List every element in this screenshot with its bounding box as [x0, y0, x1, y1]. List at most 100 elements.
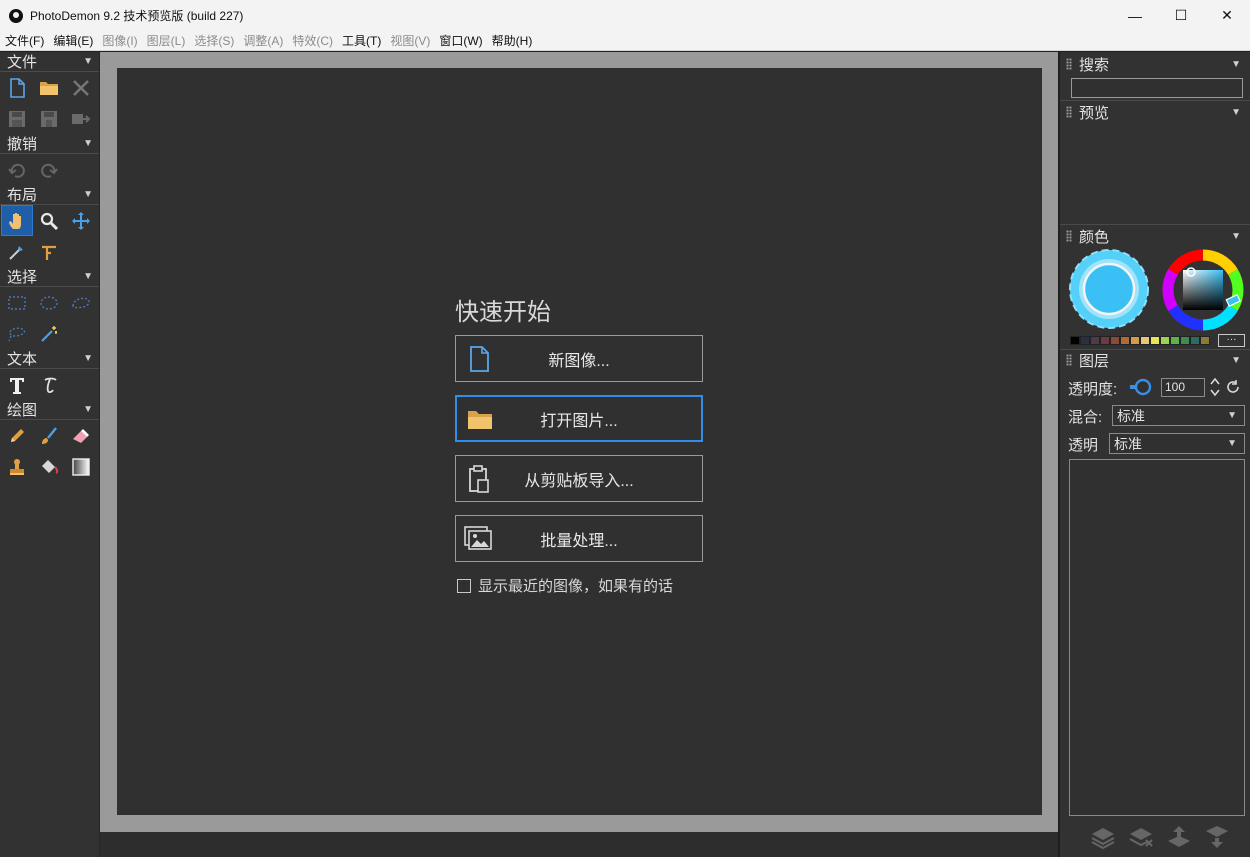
swatch[interactable] [1170, 336, 1180, 345]
swatch[interactable] [1140, 336, 1150, 345]
alpha-mode-select[interactable]: 标准 ▼ [1109, 433, 1245, 454]
clone-stamp-icon[interactable] [1, 451, 33, 482]
lasso-select-icon[interactable] [65, 287, 97, 318]
opacity-input[interactable]: 100 [1161, 378, 1205, 397]
polygon-lasso-icon[interactable] [1, 318, 33, 349]
search-input[interactable] [1071, 78, 1243, 98]
menu-edit[interactable]: 编辑(E) [48, 31, 97, 51]
menu-view[interactable]: 视图(V) [385, 31, 434, 51]
preview-panel-header[interactable]: 预览 ▼ [1060, 101, 1250, 123]
open-folder-icon[interactable] [33, 72, 65, 103]
eraser-icon[interactable] [65, 420, 97, 451]
opacity-spinner[interactable] [1209, 377, 1221, 397]
search-panel-header[interactable]: 搜索 ▼ [1060, 53, 1250, 75]
close-window-button[interactable]: ✕ [1204, 0, 1250, 31]
chevron-down-icon: ▼ [1231, 230, 1241, 242]
blend-mode-select[interactable]: 标准 ▼ [1112, 405, 1245, 426]
toolbox-section-file[interactable]: 文件 ▼ [0, 52, 99, 72]
new-image-button[interactable]: 新图像... [455, 335, 703, 382]
brush-icon[interactable] [33, 420, 65, 451]
swatch[interactable] [1190, 336, 1200, 345]
swatch[interactable] [1100, 336, 1110, 345]
undo-icon[interactable] [1, 154, 33, 185]
typography-icon[interactable] [33, 369, 65, 400]
export-icon[interactable] [65, 103, 97, 134]
app-logo-icon [9, 8, 23, 23]
primary-color-well[interactable] [1068, 248, 1150, 330]
menu-adjust[interactable]: 调整(A) [238, 31, 287, 51]
new-file-icon[interactable] [1, 72, 33, 103]
menu-window[interactable]: 窗口(W) [434, 31, 486, 51]
chevron-down-icon: ▼ [83, 189, 93, 200]
swatch[interactable] [1120, 336, 1130, 345]
rect-select-icon[interactable] [1, 287, 33, 318]
toolbox-section-layout[interactable]: 布局 ▼ [0, 185, 99, 205]
drag-grip-icon[interactable] [1066, 354, 1072, 366]
drag-grip-icon[interactable] [1066, 58, 1072, 70]
swatch[interactable] [1160, 336, 1170, 345]
swatch[interactable] [1070, 336, 1080, 345]
preview-panel-title: 预览 [1079, 104, 1110, 122]
swatch[interactable] [1090, 336, 1100, 345]
layers-list[interactable] [1069, 459, 1245, 816]
text-icon[interactable] [1, 369, 33, 400]
import-clipboard-button[interactable]: 从剪贴板导入... [455, 455, 703, 502]
maximize-button[interactable]: ☐ [1158, 0, 1204, 31]
move-layer-down-icon[interactable] [1198, 820, 1236, 854]
add-layer-icon[interactable] [1084, 820, 1122, 854]
menu-select[interactable]: 选择(S) [189, 31, 238, 51]
swatch[interactable] [1180, 336, 1190, 345]
measure-icon[interactable] [33, 236, 65, 267]
window-controls: — ☐ ✕ [1112, 0, 1250, 31]
gradient-icon[interactable] [65, 451, 97, 482]
pencil-icon[interactable] [1, 420, 33, 451]
move-layer-up-icon[interactable] [1160, 820, 1198, 854]
menu-tools[interactable]: 工具(T) [337, 31, 385, 51]
recent-images-checkbox[interactable] [457, 578, 471, 593]
menu-layer[interactable]: 图层(L) [142, 31, 190, 51]
batch-process-button[interactable]: 批量处理... [455, 515, 703, 562]
recent-images-label: 显示最近的图像，如果有的话 [478, 578, 674, 595]
drag-grip-icon[interactable] [1066, 106, 1072, 118]
menu-help[interactable]: 帮助(H) [487, 31, 537, 51]
opacity-slider[interactable] [1129, 377, 1155, 397]
menu-effects[interactable]: 特效(C) [287, 31, 337, 51]
recent-images-option[interactable]: 显示最近的图像，如果有的话 [457, 575, 673, 596]
batch-images-icon [456, 525, 502, 552]
magic-wand-icon[interactable] [33, 318, 65, 349]
swatch[interactable] [1080, 336, 1090, 345]
hand-icon[interactable] [1, 205, 33, 236]
fill-bucket-icon[interactable] [33, 451, 65, 482]
toolbox-section-undo[interactable]: 撤销 ▼ [0, 134, 99, 154]
more-colors-button[interactable]: ··· [1218, 334, 1245, 347]
swatch[interactable] [1110, 336, 1120, 345]
drag-grip-icon[interactable] [1066, 230, 1072, 242]
swatch[interactable] [1200, 336, 1210, 345]
menu-image[interactable]: 图像(I) [97, 31, 141, 51]
color-picker-icon[interactable] [1, 236, 33, 267]
zoom-icon[interactable] [33, 205, 65, 236]
layers-panel-header[interactable]: 图层 ▼ [1060, 349, 1250, 371]
save-icon[interactable] [1, 103, 33, 134]
swatch[interactable] [1130, 336, 1140, 345]
toolbox-section-text[interactable]: 文本 ▼ [0, 349, 99, 369]
open-image-button[interactable]: 打开图片... [455, 395, 703, 442]
chevron-down-icon: ▼ [83, 56, 93, 67]
import-clipboard-label: 从剪贴板导入... [524, 472, 634, 490]
color-swatches [1070, 336, 1210, 345]
reset-icon[interactable] [1225, 379, 1241, 395]
delete-layer-icon[interactable] [1122, 820, 1160, 854]
hue-wheel[interactable] [1161, 248, 1245, 332]
toolbox-section-paint[interactable]: 绘图 ▼ [0, 400, 99, 420]
save-as-icon[interactable] [33, 103, 65, 134]
close-icon[interactable] [65, 72, 97, 103]
toolbox-section-select[interactable]: 选择 ▼ [0, 267, 99, 287]
move-icon[interactable] [65, 205, 97, 236]
menu-file[interactable]: 文件(F) [0, 31, 48, 51]
ellipse-select-icon[interactable] [33, 287, 65, 318]
opacity-label: 透明度: [1068, 381, 1118, 398]
redo-icon[interactable] [33, 154, 65, 185]
colors-panel-header[interactable]: 颜色 ▼ [1060, 225, 1250, 247]
swatch[interactable] [1150, 336, 1160, 345]
minimize-button[interactable]: — [1112, 0, 1158, 31]
